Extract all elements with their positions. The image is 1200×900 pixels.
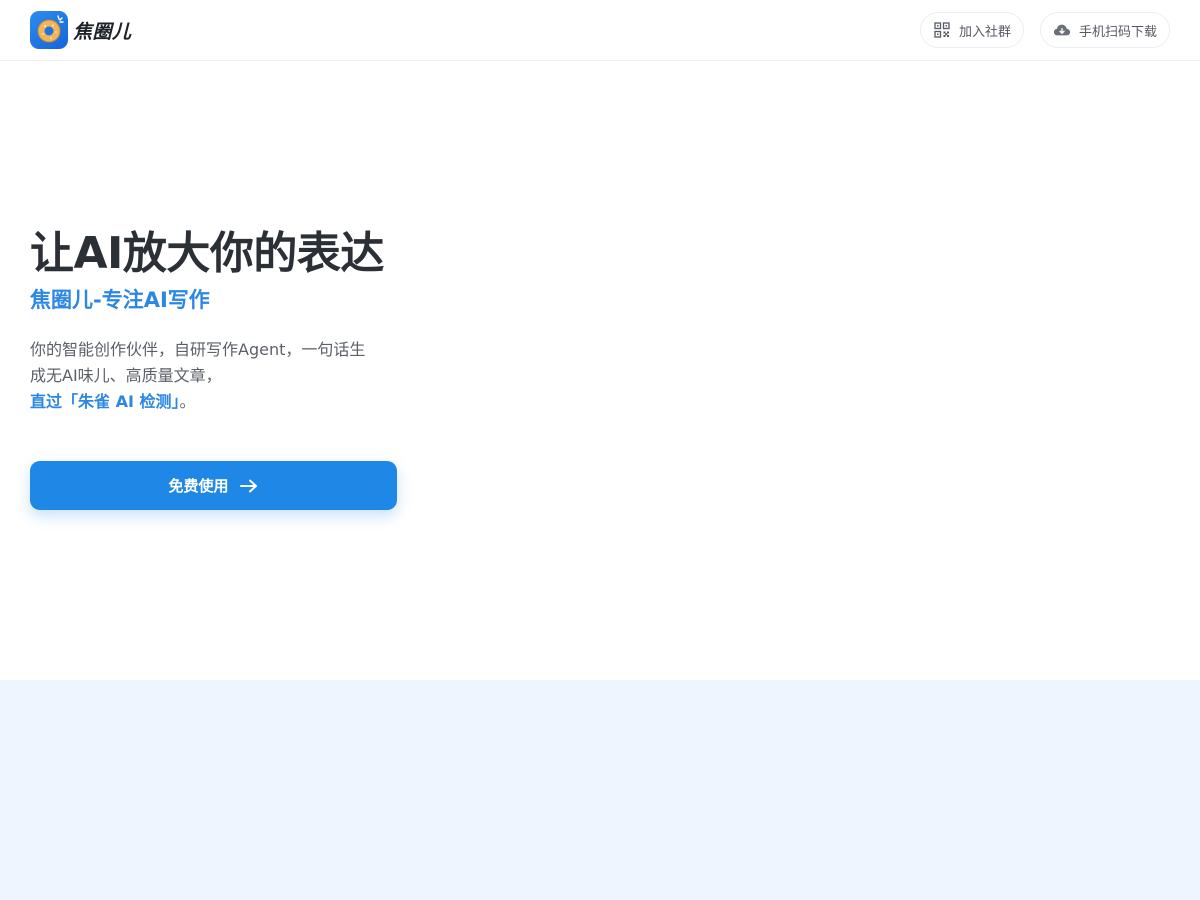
free-use-button[interactable]: 免费使用 bbox=[30, 461, 397, 510]
ai-detection-highlight: 直过「朱雀 AI 检测」 bbox=[30, 392, 180, 411]
free-use-label: 免费使用 bbox=[168, 477, 229, 495]
hero-subtitle: 焦圈儿-专注AI写作 bbox=[30, 288, 210, 312]
mobile-download-label: 手机扫码下载 bbox=[1078, 24, 1157, 40]
hero-description-end: 。 bbox=[179, 392, 196, 411]
hero-description-line-2: 成无AI味儿、高质量文章， bbox=[30, 366, 222, 385]
hero-description-line-1: 你的智能创作伙伴，自研写作Agent，一句话生 bbox=[30, 340, 366, 359]
lower-section-background bbox=[0, 680, 1200, 900]
top-header: 焦圈儿 加入社群 手机扫码下载 bbox=[0, 0, 1200, 61]
qr-code-icon bbox=[933, 21, 951, 39]
join-community-label: 加入社群 bbox=[958, 24, 1011, 40]
brand-logo-link[interactable]: 焦圈儿 bbox=[30, 11, 132, 49]
hero-description-line-3: 直过「朱雀 AI 检测」。 bbox=[30, 389, 400, 415]
arrow-right-icon bbox=[239, 478, 259, 494]
hero-description: 你的智能创作伙伴，自研写作Agent，一句话生 成无AI味儿、高质量文章， 直过… bbox=[30, 337, 400, 415]
hero-section: 让AI放大你的表达 焦圈儿-专注AI写作 你的智能创作伙伴，自研写作Agent，… bbox=[30, 225, 410, 415]
donut-logo-icon bbox=[30, 11, 68, 49]
brand-name: 焦圈儿 bbox=[73, 20, 132, 43]
header-actions: 加入社群 手机扫码下载 bbox=[904, 12, 1170, 48]
mobile-download-button[interactable]: 手机扫码下载 bbox=[1039, 12, 1170, 48]
cloud-download-icon bbox=[1053, 21, 1071, 39]
hero-title: 让AI放大你的表达 bbox=[30, 228, 384, 279]
join-community-button[interactable]: 加入社群 bbox=[919, 12, 1024, 48]
